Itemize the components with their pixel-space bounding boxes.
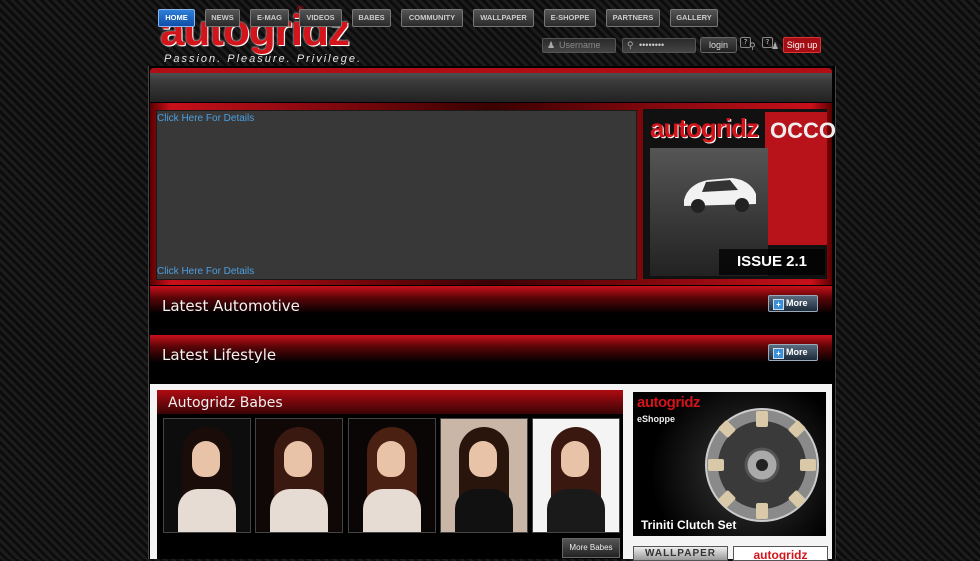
nav-partners[interactable]: PARTNERS [606,9,660,27]
cover-title: autogridz [650,113,759,143]
section-title: Latest Lifestyle [162,346,277,364]
more-label: More [786,347,808,357]
more-button[interactable]: + More [768,295,818,312]
babe-thumbnail[interactable] [532,418,620,533]
key-icon: ⚲ [749,42,756,52]
babe-thumbnail[interactable] [255,418,343,533]
plus-icon: + [773,348,784,359]
nav-community[interactable]: COMMUNITY [401,9,463,27]
eshoppe-label: eShoppe [637,414,676,424]
clutch-image [705,408,819,522]
more-button[interactable]: + More [768,344,818,361]
password-input[interactable]: ⚲ •••••••• [622,38,696,53]
babe-thumbnail[interactable] [440,418,528,533]
username-input[interactable]: ♟ Username [542,38,616,53]
latest-lifestyle-section: Latest Lifestyle + More [150,335,832,381]
issue-label: ISSUE 2.1 [719,249,825,275]
section-title: Latest Automotive [162,297,300,315]
product-name: Triniti Clutch Set [641,518,737,532]
username-placeholder: Username [559,40,601,50]
nav-babes[interactable]: BABES [352,9,391,27]
password-mask: •••••••• [639,40,665,50]
nav-videos[interactable]: VIDEOS [299,9,342,27]
nav-gallery[interactable]: GALLERY [670,9,718,27]
babe-thumbnail[interactable] [348,418,436,533]
babes-title: Autogridz Babes [168,395,283,411]
eshoppe-logo: autogridz [637,394,701,411]
user-add-icon: ♟ [771,42,780,52]
key-icon: ⚲ [627,40,634,50]
nav-wallpaper[interactable]: WALLPAPER [473,9,534,27]
main-nav [150,68,832,102]
nav-emag[interactable]: E-MAG [250,9,289,27]
details-link-bottom[interactable]: Click Here For Details [157,266,254,277]
site-tagline: Passion. Pleasure. Privilege. [164,53,363,65]
user-icon: ♟ [547,40,556,50]
login-button[interactable]: login [700,37,737,53]
nav-news[interactable]: NEWS [205,9,240,27]
details-link-top[interactable]: Click Here For Details [157,113,254,124]
nav-home[interactable]: HOME [158,9,195,27]
more-babes-button[interactable]: More Babes [562,538,620,558]
signup-button[interactable]: Sign up [783,37,821,53]
nav-eshoppe[interactable]: E-SHOPPE [544,9,596,27]
babe-thumbnail[interactable] [163,418,251,533]
latest-automotive-section: Latest Automotive + More [150,286,832,332]
car-image [684,178,756,213]
plus-icon: + [773,299,784,310]
more-label: More [786,298,808,308]
featured-video[interactable] [156,110,637,280]
back-cover-text: OCCO [770,118,836,143]
